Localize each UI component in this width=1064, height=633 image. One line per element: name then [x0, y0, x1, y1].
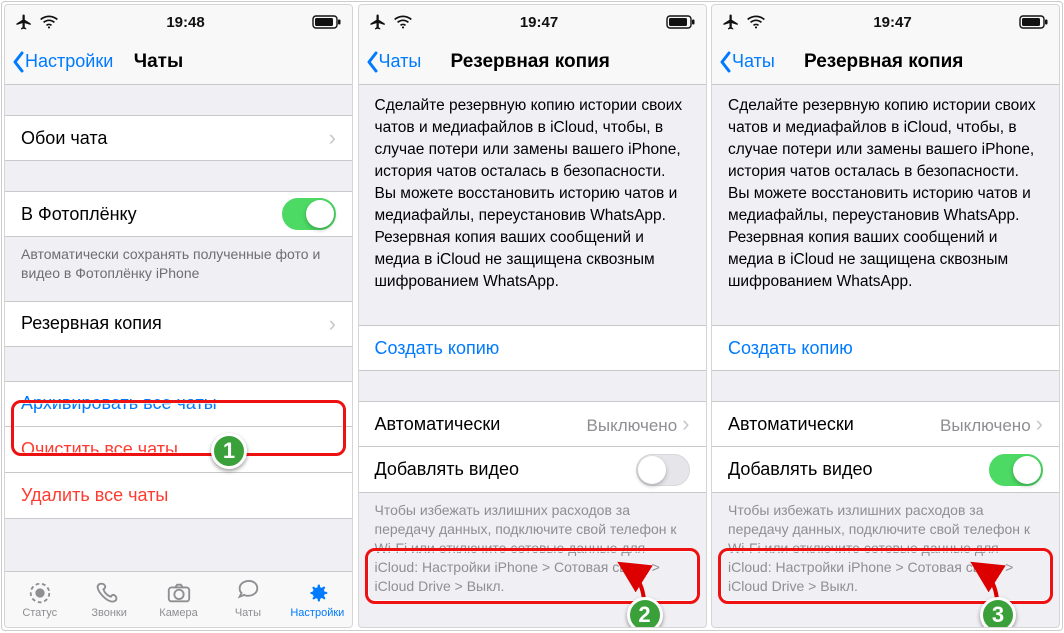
row-backup[interactable]: Резервная копия ›: [5, 301, 352, 347]
step-badge-2: 2: [627, 597, 663, 628]
tab-label: Чаты: [235, 607, 261, 619]
battery-icon: [312, 15, 342, 29]
backup-description: Сделайте резервную копию истории своих ч…: [359, 85, 706, 305]
chats-icon: [234, 580, 262, 606]
status-time: 19:47: [520, 14, 558, 31]
row-label: Обои чата: [21, 128, 107, 149]
chevron-left-icon: [365, 51, 379, 73]
nav-title: Резервная копия: [804, 51, 963, 73]
tab-label: Звонки: [91, 607, 127, 619]
tab-calls[interactable]: Звонки: [74, 572, 143, 627]
tab-chats[interactable]: Чаты: [213, 572, 282, 627]
camera-icon: [165, 580, 193, 606]
airplane-icon: [722, 13, 740, 31]
back-button[interactable]: Настройки: [11, 51, 113, 73]
row-value: Выключено: [940, 416, 1031, 435]
row-label: Создать копию: [375, 338, 500, 359]
tab-label: Камера: [159, 607, 197, 619]
row-label: Резервная копия: [21, 313, 162, 334]
status-icon: [26, 580, 54, 606]
row-auto-backup[interactable]: Автоматически Выключено ›: [712, 401, 1059, 447]
toggle-include-video-off[interactable]: [636, 454, 690, 486]
backup-description: Сделайте резервную копию истории своих ч…: [712, 85, 1059, 305]
row-value: Выключено: [587, 416, 678, 435]
wifi-icon: [746, 15, 766, 29]
wifi-icon: [393, 15, 413, 29]
step-badge-3: 3: [980, 597, 1016, 628]
row-label: Автоматически: [375, 414, 501, 435]
nav-title: Резервная копия: [451, 51, 610, 73]
battery-icon: [1019, 15, 1049, 29]
tab-bar: Статус Звонки Камера Чаты Настройки: [5, 571, 352, 627]
back-label: Настройки: [25, 51, 113, 72]
row-delete-all[interactable]: Удалить все чаты: [5, 473, 352, 519]
tab-camera[interactable]: Камера: [144, 572, 213, 627]
row-label: Архивировать все чаты: [21, 393, 217, 414]
back-label: Чаты: [732, 51, 775, 72]
screen-1-chats-settings: 19:48 Настройки Чаты Обои чата › В Фотоп…: [4, 4, 353, 628]
battery-icon: [666, 15, 696, 29]
row-clear-all[interactable]: Очистить все чаты: [5, 427, 352, 473]
tab-label: Настройки: [290, 607, 344, 619]
row-create-backup[interactable]: Создать копию: [359, 325, 706, 371]
step-badge-1: 1: [211, 433, 247, 469]
toggle-camera-roll[interactable]: [282, 198, 336, 230]
toggle-include-video-on[interactable]: [989, 454, 1043, 486]
status-bar: 19:47: [712, 5, 1059, 39]
row-include-video[interactable]: Добавлять видео: [359, 447, 706, 493]
row-label: Создать копию: [728, 338, 853, 359]
gear-icon: [303, 580, 331, 606]
nav-bar: Настройки Чаты: [5, 39, 352, 85]
chevron-left-icon: [11, 51, 25, 73]
back-label: Чаты: [379, 51, 422, 72]
back-button[interactable]: Чаты: [365, 51, 422, 73]
status-bar: 19:48: [5, 5, 352, 39]
row-label: Добавлять видео: [375, 459, 519, 480]
row-archive-all[interactable]: Архивировать все чаты: [5, 381, 352, 427]
screen-3-backup-on: 19:47 Чаты Резервная копия Сделайте резе…: [711, 4, 1060, 628]
screen-2-backup-off: 19:47 Чаты Резервная копия Сделайте резе…: [358, 4, 707, 628]
chevron-right-icon: ›: [1036, 411, 1043, 436]
tab-label: Статус: [22, 607, 57, 619]
row-wallpaper[interactable]: Обои чата ›: [5, 115, 352, 161]
back-button[interactable]: Чаты: [718, 51, 775, 73]
tab-status[interactable]: Статус: [5, 572, 74, 627]
wifi-icon: [39, 15, 59, 29]
note-backup-data: Чтобы избежать излишних расходов за пере…: [712, 493, 1059, 601]
row-label: Добавлять видео: [728, 459, 872, 480]
nav-bar: Чаты Резервная копия: [712, 39, 1059, 85]
note-backup-data: Чтобы избежать излишних расходов за пере…: [359, 493, 706, 601]
row-label: Автоматически: [728, 414, 854, 435]
tab-settings[interactable]: Настройки: [283, 572, 352, 627]
chevron-left-icon: [718, 51, 732, 73]
chevron-right-icon: ›: [329, 311, 336, 337]
nav-bar: Чаты Резервная копия: [359, 39, 706, 85]
airplane-icon: [15, 13, 33, 31]
phone-icon: [95, 580, 123, 606]
status-time: 19:48: [166, 14, 204, 31]
row-auto-backup[interactable]: Автоматически Выключено ›: [359, 401, 706, 447]
row-label: Удалить все чаты: [21, 485, 168, 506]
row-create-backup[interactable]: Создать копию: [712, 325, 1059, 371]
row-include-video[interactable]: Добавлять видео: [712, 447, 1059, 493]
row-label: В Фотоплёнку: [21, 204, 137, 225]
note-camera-roll: Автоматически сохранять полученные фото …: [5, 237, 352, 289]
chevron-right-icon: ›: [329, 125, 336, 151]
row-label: Очистить все чаты: [21, 439, 178, 460]
chevron-right-icon: ›: [682, 411, 689, 436]
row-save-to-camera-roll[interactable]: В Фотоплёнку: [5, 191, 352, 237]
status-bar: 19:47: [359, 5, 706, 39]
airplane-icon: [369, 13, 387, 31]
status-time: 19:47: [873, 14, 911, 31]
